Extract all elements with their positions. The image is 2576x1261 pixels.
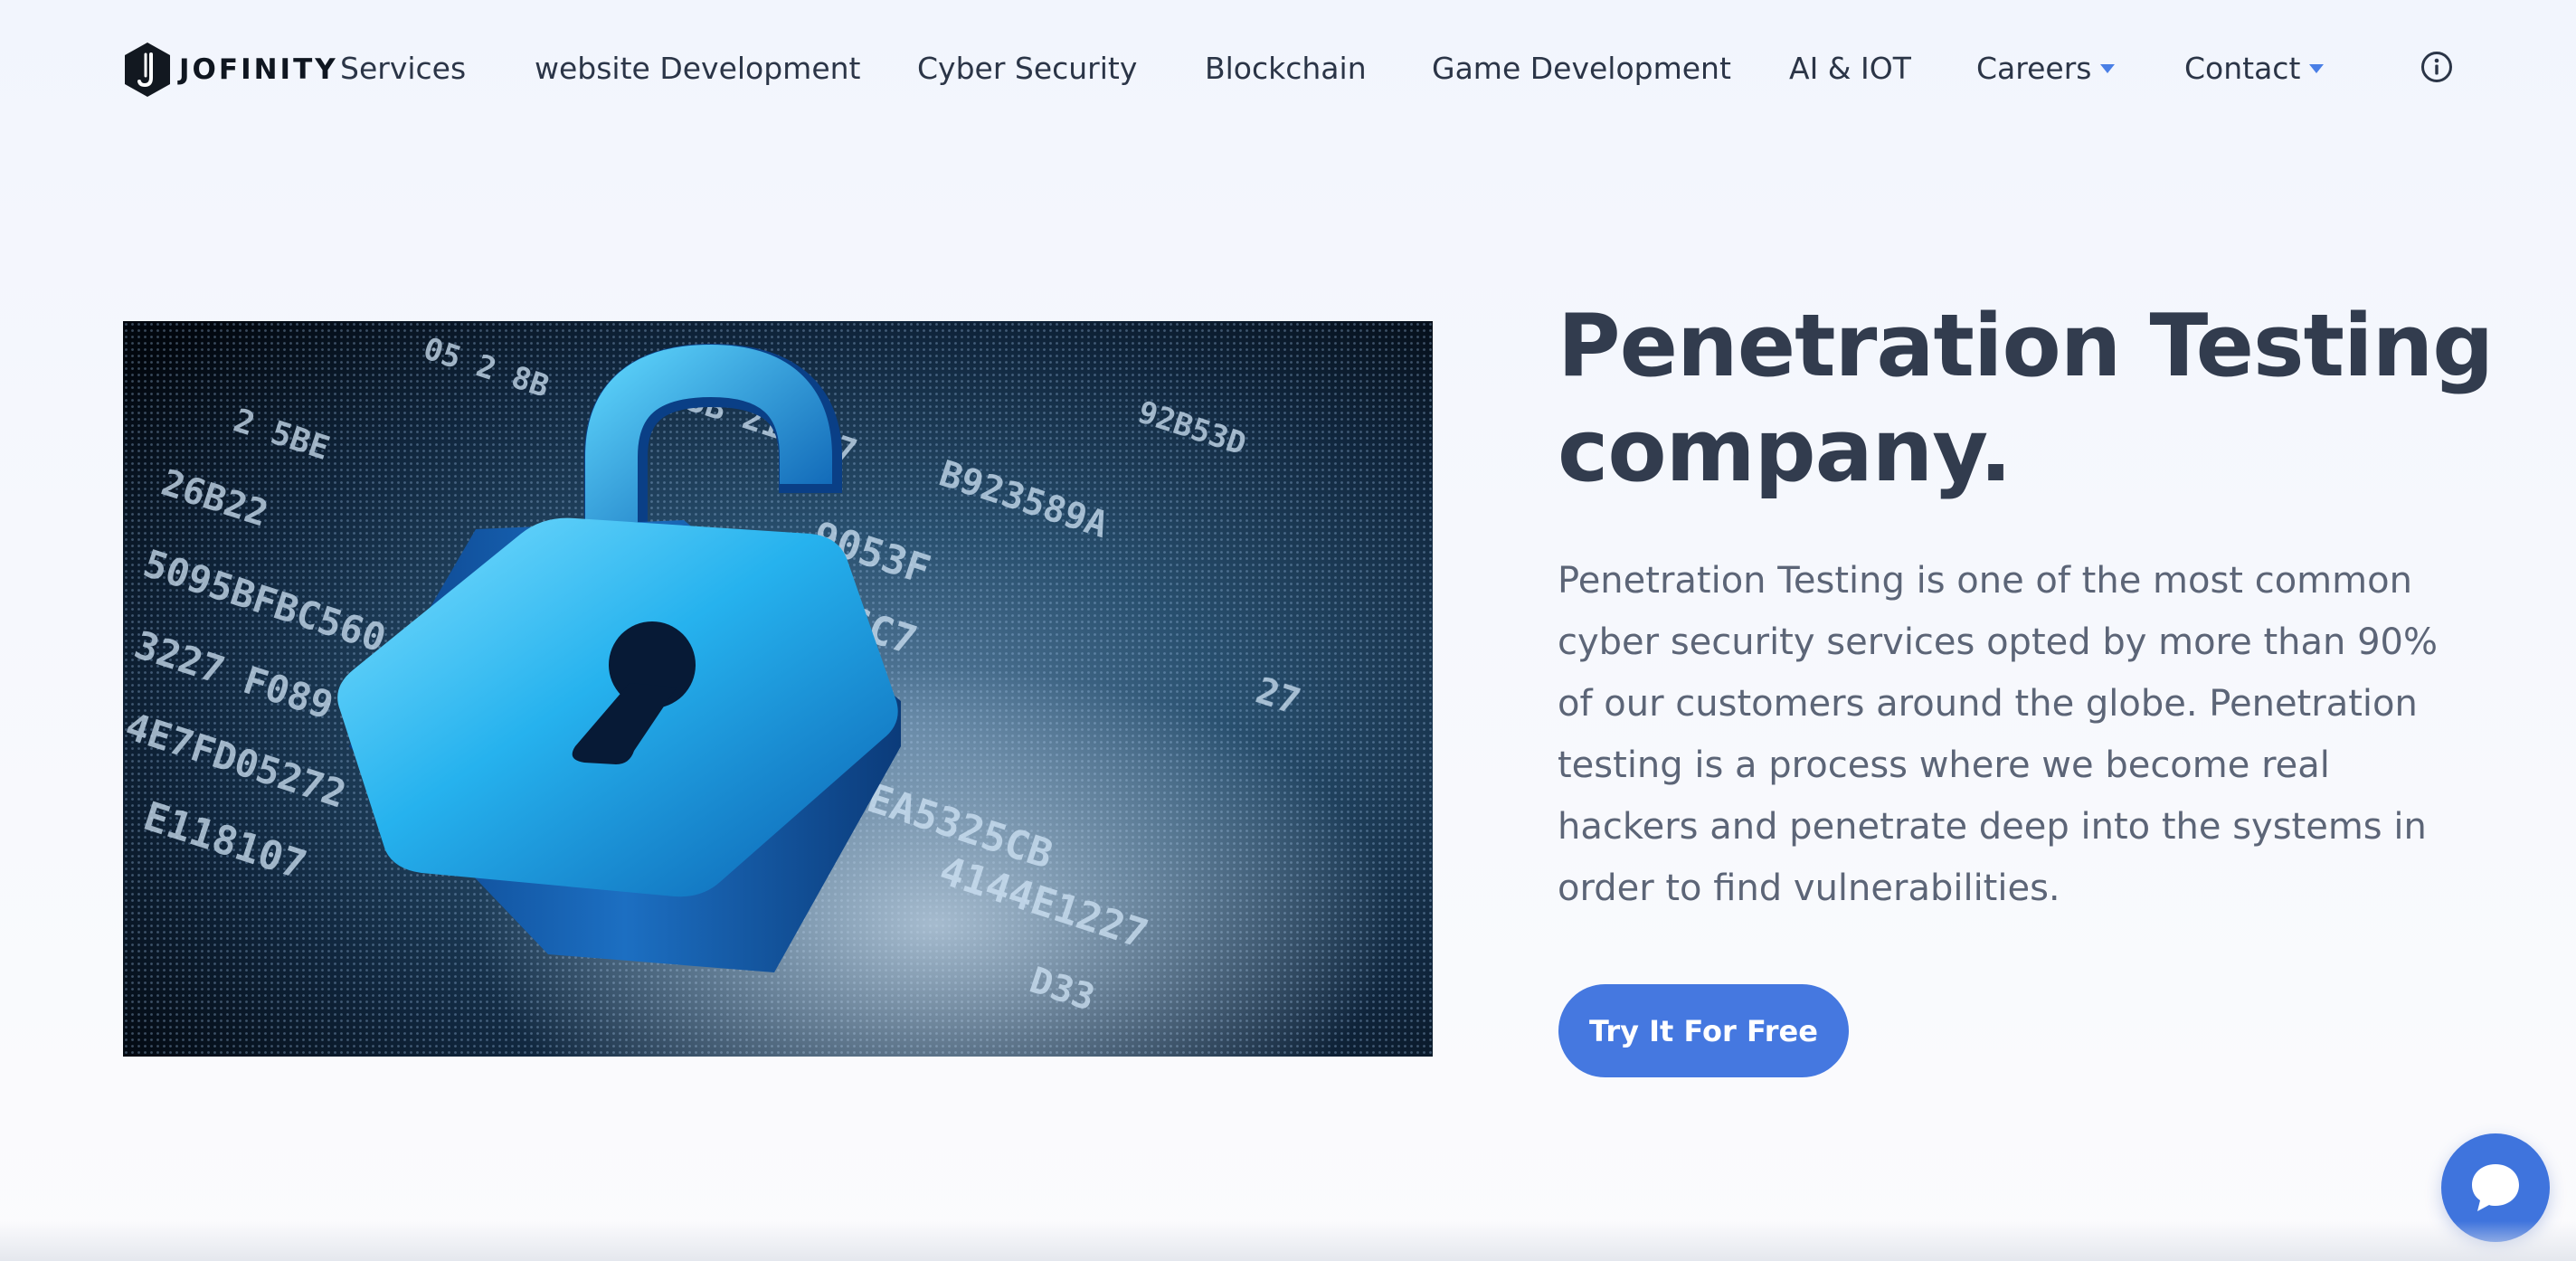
nav-contact-label: Contact <box>2184 51 2301 86</box>
hero-image: 05 2 8B 2 5BE 26B22 5095BFBC560 3227 F08… <box>123 321 1433 1057</box>
top-navigation: JOFINITY Services website Development Cy… <box>0 0 2576 136</box>
nav-cyber-security[interactable]: Cyber Security <box>917 43 1137 94</box>
jofinity-logo-icon <box>125 43 170 97</box>
page-title-line-2: company. <box>1558 402 2012 501</box>
nav-ai-iot[interactable]: AI & IOT <box>1789 43 1911 94</box>
try-it-for-free-button[interactable]: Try It For Free <box>1558 984 1849 1077</box>
nav-website-development[interactable]: website Development <box>535 43 861 94</box>
nav-blockchain[interactable]: Blockchain <box>1205 43 1367 94</box>
nav-contact[interactable]: Contact <box>2184 43 2325 94</box>
chevron-down-icon <box>2100 63 2116 73</box>
page-title: Penetration Testing company. <box>1558 294 2498 504</box>
chevron-down-icon <box>2309 63 2325 73</box>
info-icon[interactable] <box>2420 51 2453 83</box>
brand-logo[interactable]: JOFINITY <box>123 42 338 98</box>
page-title-line-1: Penetration Testing <box>1558 297 2494 396</box>
nav-services[interactable]: Services <box>340 43 466 94</box>
hero-description: Penetration Testing is one of the most c… <box>1558 560 2438 909</box>
section-divider-shadow <box>0 1221 2576 1261</box>
chat-bubble-icon <box>2472 1164 2519 1211</box>
nav-careers-label: Careers <box>1976 51 2092 86</box>
nav-careers[interactable]: Careers <box>1976 43 2116 94</box>
nav-game-development[interactable]: Game Development <box>1432 43 1731 94</box>
brand-name: JOFINITY <box>179 53 338 86</box>
